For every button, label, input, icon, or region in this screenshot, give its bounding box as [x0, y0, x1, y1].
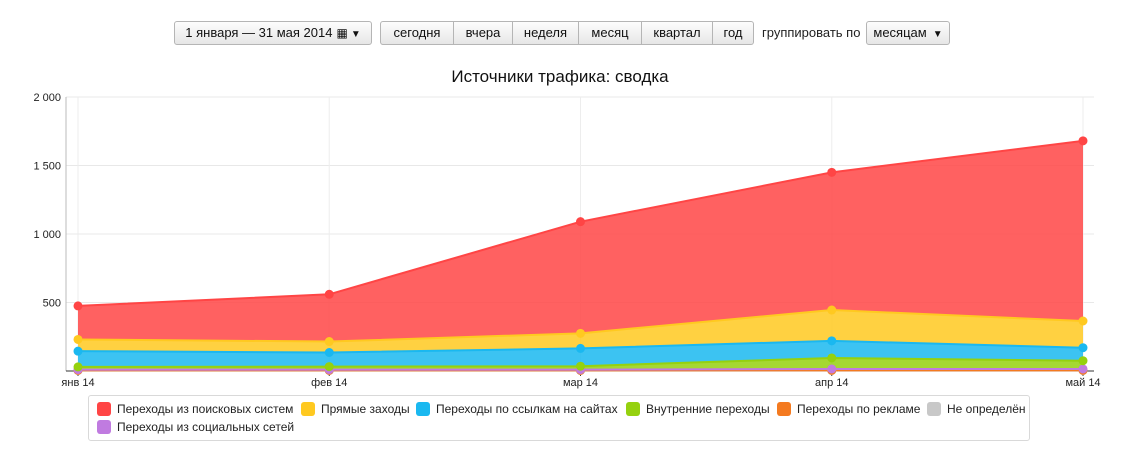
data-point[interactable]: [324, 337, 334, 347]
legend-label: Переходы из социальных сетей: [117, 420, 295, 434]
y-tick-label: 500: [43, 298, 61, 310]
y-tick-label: 1 000: [33, 229, 61, 241]
legend-swatch: [97, 420, 111, 434]
data-point[interactable]: [576, 361, 585, 371]
legend-swatch: [301, 402, 315, 416]
chart-title: Источники трафика: сводка: [451, 67, 669, 86]
data-point[interactable]: [1078, 136, 1088, 146]
legend-label: Прямые заходы: [321, 402, 410, 416]
x-tick-label: апр 14: [815, 377, 848, 389]
data-point[interactable]: [1078, 316, 1088, 326]
chart-legend: Переходы из поисковых систем Прямые заход…: [88, 395, 1030, 441]
legend-swatch: [777, 402, 791, 416]
x-tick-label: фев 14: [311, 377, 347, 389]
data-point[interactable]: [576, 217, 585, 227]
data-point[interactable]: [827, 364, 837, 374]
data-point[interactable]: [324, 362, 334, 372]
x-tick-label: май 14: [1065, 377, 1100, 389]
legend-swatch: [97, 402, 111, 416]
data-point[interactable]: [1078, 343, 1088, 353]
legend-swatch: [927, 402, 941, 416]
data-point[interactable]: [827, 305, 837, 315]
legend-swatch: [626, 402, 640, 416]
data-point[interactable]: [576, 328, 585, 338]
data-point[interactable]: [827, 336, 837, 346]
legend-label: Переходы по ссылкам на сайтах: [436, 402, 618, 416]
data-point[interactable]: [324, 289, 334, 299]
data-point[interactable]: [827, 353, 837, 363]
data-point[interactable]: [576, 343, 585, 353]
legend-label: Переходы по рекламе: [797, 402, 921, 416]
data-point[interactable]: [827, 167, 837, 177]
x-tick-label: мар 14: [563, 377, 598, 389]
y-tick-label: 2 000: [33, 92, 61, 104]
x-tick-label: янв 14: [61, 377, 94, 389]
data-point[interactable]: [73, 301, 83, 311]
legend-label: Переходы из поисковых систем: [117, 402, 294, 416]
data-point[interactable]: [324, 348, 334, 358]
data-point[interactable]: [73, 362, 83, 372]
traffic-chart: Источники трафика: сводка 500 1 000 1 500 2…: [33, 67, 1100, 389]
legend-label: Не определён: [947, 402, 1026, 416]
y-tick-label: 1 500: [33, 161, 61, 173]
data-point[interactable]: [73, 346, 83, 356]
legend-label: Внутренние переходы: [646, 402, 770, 416]
data-point[interactable]: [1078, 364, 1088, 374]
data-point[interactable]: [73, 334, 83, 344]
legend-swatch: [416, 402, 430, 416]
data-point[interactable]: [1078, 356, 1088, 366]
